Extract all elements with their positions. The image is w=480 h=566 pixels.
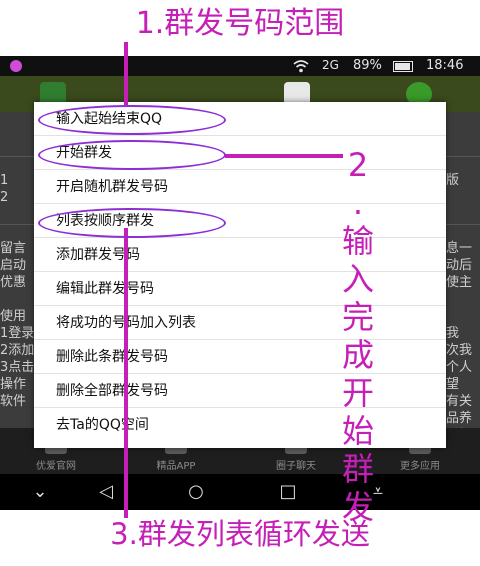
background-right-column: 版 息一动后使主 我次我个人望有关品养回惯你 (446, 172, 480, 461)
caption-start: 2.输入完成开始群发 (338, 146, 378, 526)
background-text (446, 223, 480, 240)
background-text: 版 (446, 173, 460, 188)
caption-char: 完 (341, 298, 374, 336)
menu-item-add-number[interactable]: 添加群发号码 (34, 238, 446, 272)
signal-icon: 2G (322, 58, 339, 72)
background-text: 次我 (446, 343, 473, 358)
menu-item-add-success[interactable]: 将成功的号码加入列表 (34, 306, 446, 340)
menu-item-edit-number[interactable]: 编辑此群发号码 (34, 272, 446, 306)
battery-icon (393, 61, 413, 72)
caption-char: 2 (347, 146, 369, 184)
wifi-icon (293, 60, 309, 73)
tab-label: 更多应用 (400, 461, 440, 472)
background-text (446, 308, 480, 325)
background-text: 有关 (446, 394, 473, 409)
background-text: 优惠 (0, 275, 27, 290)
caption-char: 开 (341, 374, 374, 412)
background-text: 2 (0, 190, 9, 205)
menu-item-random[interactable]: 开启随机群发号码 (34, 170, 446, 204)
back-icon[interactable]: ◁ (86, 474, 126, 510)
background-text: 1 (0, 173, 9, 188)
tab-label: 圈子聊天 (276, 461, 316, 472)
background-text: 息一 (446, 241, 473, 256)
annotation-line (225, 154, 343, 158)
caption-range: 1.群发号码范围 (135, 6, 345, 41)
tab-label: 精品APP (156, 461, 196, 472)
background-text (0, 223, 36, 240)
home-icon[interactable]: ○ (176, 474, 216, 510)
background-text: 1登录 (0, 326, 35, 341)
battery-percent: 89% (353, 58, 382, 73)
background-text: 使用 (0, 309, 27, 324)
navigation-bar: ⌄ ◁ ○ □ ⩡ (0, 474, 480, 510)
recents-icon[interactable]: □ (268, 474, 308, 510)
caption-char: 输 (341, 222, 374, 260)
background-text (0, 206, 36, 223)
chevron-down-icon[interactable]: ⌄ (20, 474, 60, 510)
background-text: 操作 (0, 377, 27, 392)
background-text: 软件 (0, 394, 27, 409)
caption-char: 群 (341, 450, 374, 488)
background-text: 启动 (0, 258, 27, 273)
caption-char: 入 (341, 260, 374, 298)
clock: 18:46 (426, 58, 464, 73)
status-bar: 2G 89% 18:46 (0, 56, 480, 76)
caption-char: 始 (341, 412, 374, 450)
background-text: 我 (446, 326, 460, 341)
background-text (0, 291, 36, 308)
background-left-column: 1 2 留言启动优惠 使用 1登录 2添加 3点击操作软件 (0, 172, 36, 410)
menu-item-delete-all[interactable]: 删除全部群发号码 (34, 374, 446, 408)
background-text: 2添加 (0, 343, 35, 358)
notification-icon (10, 60, 22, 72)
background-text: 3点击 (0, 360, 35, 375)
background-text: 使主 (446, 275, 473, 290)
background-text: 个人 (446, 360, 473, 375)
annotation-line (124, 42, 128, 106)
menu-item-qq-space[interactable]: 去Ta的QQ空间 (34, 408, 446, 442)
background-text (446, 189, 480, 206)
menu-item-delete-one[interactable]: 删除此条群发号码 (34, 340, 446, 374)
background-text: 望 (446, 377, 460, 392)
screenshot-stage: 1.群发号码范围 2G 89% 18:46 12 留言 启动 优惠 使用 1登录 2添加… (0, 0, 480, 566)
background-text (446, 291, 480, 308)
highlight-oval (38, 140, 226, 170)
tab-label: 优爱官网 (36, 461, 76, 472)
background-text: 留言 (0, 241, 27, 256)
background-text: 动后 (446, 258, 473, 273)
highlight-oval (38, 105, 226, 135)
background-text: 品养 (446, 411, 473, 426)
caption-loop: 3.群发列表循环发送 (110, 517, 370, 551)
highlight-oval (38, 208, 226, 238)
caption-char: 成 (341, 336, 374, 374)
background-text (446, 206, 480, 223)
annotation-line (124, 228, 128, 518)
caption-char: . (352, 184, 364, 222)
